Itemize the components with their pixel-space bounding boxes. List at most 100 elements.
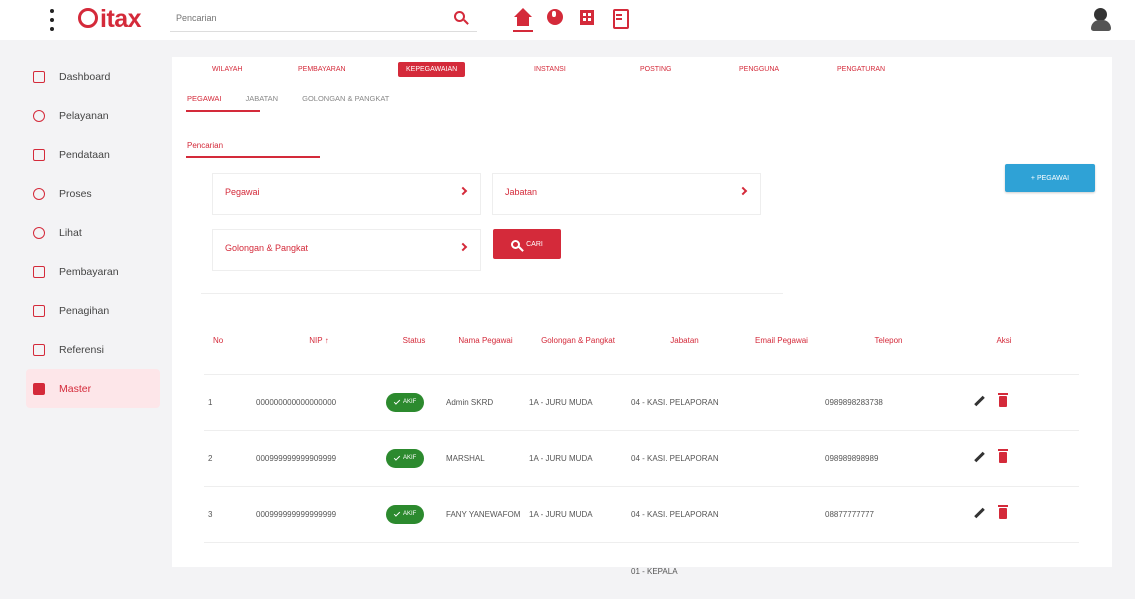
col-jabatan: Jabatan xyxy=(670,336,699,345)
edit-pencil-icon[interactable] xyxy=(974,507,985,519)
eye-icon xyxy=(33,226,45,239)
cari-label: CARI xyxy=(526,240,543,248)
col-nip[interactable]: NIP ↑ xyxy=(252,335,382,346)
table-row: 1 000000000000000000 AKIF Admin SKRD 1A … xyxy=(204,375,1079,431)
pegawai-table: No NIP ↑ Status Nama Pegawai Golongan & … xyxy=(204,307,1079,599)
sidebar-item-pembayaran[interactable]: Pembayaran xyxy=(0,252,172,291)
tab-wilayah[interactable]: WILAYAH xyxy=(204,62,250,77)
search-section-indicator xyxy=(186,156,320,158)
globe-icon[interactable] xyxy=(545,8,565,30)
tab-pembayaran[interactable]: PEMBAYARAN xyxy=(290,62,354,77)
status-badge: AKIF xyxy=(386,449,425,468)
delete-trash-icon[interactable] xyxy=(998,449,1008,463)
sidebar-item-label: Pendataan xyxy=(59,148,110,161)
col-nama: Nama Pegawai xyxy=(458,336,513,345)
table-header: No NIP ↑ Status Nama Pegawai Golongan & … xyxy=(204,307,1079,375)
cari-button[interactable]: CARI xyxy=(493,229,561,259)
cell-jabatan: 04 - KASI. PELAPORAN xyxy=(631,454,719,463)
status-label: AKIF xyxy=(403,511,417,517)
cell-nip: 000000000000000000 xyxy=(256,398,337,407)
file-icon xyxy=(33,382,45,395)
delete-trash-icon[interactable] xyxy=(998,505,1008,519)
cell-status: AKIF xyxy=(382,449,442,468)
status-label: AKIF xyxy=(403,455,417,461)
subtab-pegawai[interactable]: PEGAWAI xyxy=(187,94,221,103)
sidebar-item-lihat[interactable]: Lihat xyxy=(0,213,172,252)
sidebar-item-proses[interactable]: Proses xyxy=(0,174,172,213)
sidebar-item-pendataan[interactable]: Pendataan xyxy=(0,135,172,174)
table-row: 01 - KEPALA xyxy=(204,543,1079,599)
cell-jabatan: 04 - KASI. PELAPORAN xyxy=(631,510,719,519)
check-icon xyxy=(393,510,401,517)
tab-instansi[interactable]: INSTANSI xyxy=(526,62,574,77)
cell-aksi xyxy=(952,393,1052,410)
sidebar-item-label: Lihat xyxy=(59,226,82,239)
cell-status: AKIF xyxy=(382,505,442,524)
cell-nama: Admin SKRD xyxy=(446,398,494,407)
sidebar-item-label: Pelayanan xyxy=(59,109,109,122)
tab-kepegawaian[interactable]: KEPEGAWAIAN xyxy=(398,62,466,77)
search-icon[interactable] xyxy=(454,11,465,22)
search-input[interactable] xyxy=(170,6,440,30)
building-icon[interactable] xyxy=(577,8,597,30)
edit-pencil-icon[interactable] xyxy=(974,395,985,407)
chevron-right-icon xyxy=(458,186,468,196)
sidebar-item-label: Dashboard xyxy=(59,70,111,83)
menu-kebab-icon[interactable] xyxy=(49,9,55,31)
search-icon xyxy=(511,239,521,249)
sub-tabs: PEGAWAI JABATAN GOLONGAN & PANGKAT xyxy=(187,94,389,103)
sidebar-item-penagihan[interactable]: Penagihan xyxy=(0,291,172,330)
check-icon xyxy=(393,398,401,405)
edit-pencil-icon[interactable] xyxy=(974,451,985,463)
book-icon xyxy=(33,343,45,356)
tab-posting[interactable]: POSTING xyxy=(632,62,680,77)
filter-golongan[interactable]: Golongan & Pangkat xyxy=(212,229,481,271)
logo-text: itax xyxy=(100,5,142,33)
col-telepon: Telepon xyxy=(874,336,903,345)
home-icon[interactable] xyxy=(513,8,533,32)
top-nav: WILAYAH PEMBAYARAN KEPEGAWAIAN INSTANSI … xyxy=(172,57,1112,81)
col-golongan: Golongan & Pangkat xyxy=(541,336,615,345)
home-icon xyxy=(33,70,45,83)
sidebar-item-dashboard[interactable]: Dashboard xyxy=(0,57,172,96)
money-icon xyxy=(33,265,45,278)
filter-jabatan[interactable]: Jabatan xyxy=(492,173,761,215)
chevron-right-icon xyxy=(738,186,748,196)
document-icon[interactable] xyxy=(609,8,629,30)
check-icon xyxy=(393,454,401,461)
cell-status: AKIF xyxy=(382,393,442,412)
filter-pegawai[interactable]: Pegawai xyxy=(212,173,481,215)
chevron-right-icon xyxy=(458,242,468,252)
col-status: Status xyxy=(402,336,426,345)
delete-trash-icon[interactable] xyxy=(998,393,1008,407)
filter-golongan-label: Golongan & Pangkat xyxy=(225,243,309,253)
sidebar-item-master[interactable]: Master xyxy=(26,369,160,408)
tab-pengaturan[interactable]: PENGATURAN xyxy=(829,62,893,77)
people-icon xyxy=(33,109,45,122)
status-badge: AKIF xyxy=(386,393,425,412)
cell-nip: 000999999999999999 xyxy=(256,510,337,519)
subtab-golongan[interactable]: GOLONGAN & PANGKAT xyxy=(302,94,389,103)
sidebar-item-label: Pembayaran xyxy=(59,265,119,278)
sidebar-item-referensi[interactable]: Referensi xyxy=(0,330,172,369)
table-row: 2 000999999999909999 AKIF MARSHAL 1A - J… xyxy=(204,431,1079,487)
top-icons xyxy=(513,8,629,32)
col-aksi: Aksi xyxy=(996,336,1012,345)
cell-nip: 000999999999909999 xyxy=(256,454,337,463)
subtab-active-indicator xyxy=(186,110,260,112)
subtab-jabatan[interactable]: JABATAN xyxy=(245,94,278,103)
cell-telepon: 0989898283738 xyxy=(825,398,883,407)
search-bar xyxy=(170,6,477,32)
app-logo[interactable]: itax xyxy=(78,5,142,34)
search-section-label[interactable]: Pencarian xyxy=(187,141,223,150)
plus-box-icon xyxy=(33,148,45,161)
cell-no: 3 xyxy=(208,510,213,519)
filter-jabatan-label: Jabatan xyxy=(505,187,538,197)
building-icon xyxy=(33,304,45,317)
sidebar-item-label: Master xyxy=(59,382,92,395)
user-avatar-icon[interactable] xyxy=(1090,8,1112,32)
add-pegawai-button[interactable]: + PEGAWAI xyxy=(1005,164,1095,192)
sidebar-item-pelayanan[interactable]: Pelayanan xyxy=(0,96,172,135)
tab-pengguna[interactable]: PENGGUNA xyxy=(731,62,787,77)
circle-icon xyxy=(33,187,45,200)
